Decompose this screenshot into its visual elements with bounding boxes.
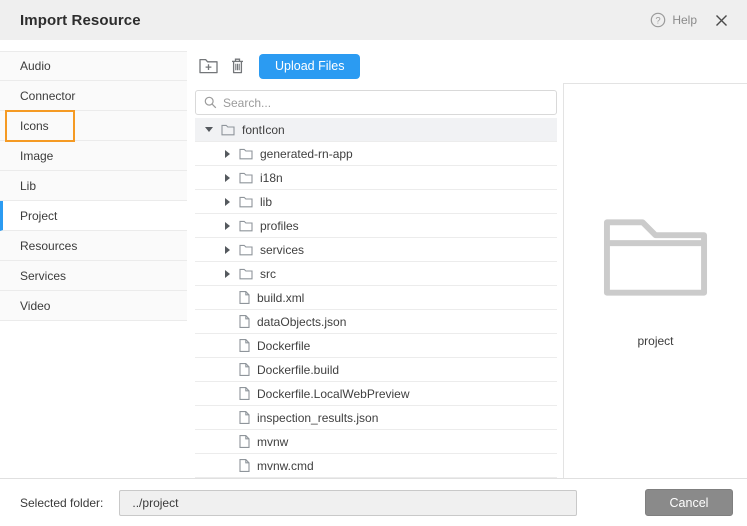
folder-icon xyxy=(239,268,253,280)
tree-item-label: Dockerfile.build xyxy=(257,363,339,377)
sidebar-item-label: Video xyxy=(20,299,50,313)
tree-item-folder-fonticon[interactable]: fontIcon xyxy=(195,118,557,142)
preview-folder-name: project xyxy=(637,334,673,348)
search-input[interactable] xyxy=(223,96,548,110)
tree-item-label: profiles xyxy=(260,219,299,233)
tree-item-label: generated-rn-app xyxy=(260,147,353,161)
file-icon xyxy=(239,411,250,424)
file-icon xyxy=(239,315,250,328)
tree-item-file-inspection-results-json[interactable]: inspection_results.json xyxy=(195,406,557,430)
folder-plus-icon xyxy=(199,58,218,74)
sidebar-item-label: Lib xyxy=(20,179,36,193)
search-box[interactable] xyxy=(195,90,557,115)
dialog-body: Audio Connector Icons Image Lib Project … xyxy=(0,40,747,478)
tree-item-label: dataObjects.json xyxy=(257,315,346,329)
tree-item-file-mvnw-cmd[interactable]: mvnw.cmd xyxy=(195,454,557,478)
tree-item-file-build-xml[interactable]: build.xml xyxy=(195,286,557,310)
sidebar-item-resources[interactable]: Resources xyxy=(0,231,187,261)
tree-item-label: Dockerfile.LocalWebPreview xyxy=(257,387,410,401)
close-icon xyxy=(715,14,728,27)
tree-item-label: fontIcon xyxy=(242,123,285,137)
trash-icon xyxy=(231,58,244,74)
sidebar-item-image[interactable]: Image xyxy=(0,141,187,171)
file-icon xyxy=(239,339,250,352)
sidebar-item-video[interactable]: Video xyxy=(0,291,187,321)
tree-item-label: mvnw xyxy=(257,435,288,449)
tree-item-label: mvnw.cmd xyxy=(257,459,314,473)
tree-item-folder-generated-rn-app[interactable]: generated-rn-app xyxy=(195,142,557,166)
cancel-button[interactable]: Cancel xyxy=(645,489,733,516)
upload-files-button[interactable]: Upload Files xyxy=(259,54,360,79)
file-browser-panel: Upload Files fontIcon genera xyxy=(187,40,563,478)
caret-right-icon[interactable] xyxy=(221,246,233,254)
sidebar-item-connector[interactable]: Connector xyxy=(0,81,187,111)
sidebar-item-label: Audio xyxy=(20,59,51,73)
tree-item-label: services xyxy=(260,243,304,257)
sidebar-item-label: Icons xyxy=(20,119,49,133)
delete-button[interactable] xyxy=(224,55,250,77)
help-button[interactable]: ? Help xyxy=(650,12,697,28)
selected-folder-label: Selected folder: xyxy=(20,496,103,510)
search-icon xyxy=(204,96,217,109)
tree-item-folder-profiles[interactable]: profiles xyxy=(195,214,557,238)
help-label: Help xyxy=(672,13,697,27)
sidebar-item-label: Image xyxy=(20,149,53,163)
selected-folder-path-input[interactable] xyxy=(119,490,577,516)
folder-icon xyxy=(239,172,253,184)
folder-icon xyxy=(239,196,253,208)
file-icon xyxy=(239,459,250,472)
tree-item-file-dockerfile-localwebpreview[interactable]: Dockerfile.LocalWebPreview xyxy=(195,382,557,406)
tree-item-folder-lib[interactable]: lib xyxy=(195,190,557,214)
tree-item-label: src xyxy=(260,267,276,281)
dialog-title: Import Resource xyxy=(20,12,141,29)
file-toolbar: Upload Files xyxy=(195,53,557,79)
file-icon xyxy=(239,387,250,400)
dialog-titlebar: Import Resource ? Help xyxy=(0,0,747,40)
sidebar-item-label: Services xyxy=(20,269,66,283)
tree-item-file-dockerfile-build[interactable]: Dockerfile.build xyxy=(195,358,557,382)
tree-item-label: inspection_results.json xyxy=(257,411,378,425)
caret-right-icon[interactable] xyxy=(221,198,233,206)
folder-icon xyxy=(239,220,253,232)
folder-icon xyxy=(239,244,253,256)
close-button[interactable] xyxy=(711,10,731,30)
sidebar-item-lib[interactable]: Lib xyxy=(0,171,187,201)
help-circle-icon: ? xyxy=(650,12,666,28)
new-folder-button[interactable] xyxy=(195,55,221,77)
caret-right-icon[interactable] xyxy=(221,222,233,230)
sidebar-item-services[interactable]: Services xyxy=(0,261,187,291)
folder-icon xyxy=(221,124,235,136)
caret-right-icon[interactable] xyxy=(221,270,233,278)
tree-item-file-dockerfile[interactable]: Dockerfile xyxy=(195,334,557,358)
tree-item-folder-services[interactable]: services xyxy=(195,238,557,262)
caret-right-icon[interactable] xyxy=(221,150,233,158)
file-tree: fontIcon generated-rn-app i18n lib xyxy=(195,118,557,478)
tree-item-folder-src[interactable]: src xyxy=(195,262,557,286)
svg-text:?: ? xyxy=(656,15,661,26)
tree-item-label: lib xyxy=(260,195,272,209)
file-icon xyxy=(239,291,250,304)
sidebar-item-label: Connector xyxy=(20,89,75,103)
dialog-footer: Selected folder: Cancel xyxy=(0,478,747,526)
tree-item-label: Dockerfile xyxy=(257,339,310,353)
caret-down-icon[interactable] xyxy=(203,127,215,132)
sidebar-item-project[interactable]: Project xyxy=(0,201,187,231)
folder-icon xyxy=(239,148,253,160)
sidebar-item-label: Project xyxy=(20,209,57,223)
sidebar-item-icons[interactable]: Icons xyxy=(0,111,187,141)
tree-item-folder-i18n[interactable]: i18n xyxy=(195,166,557,190)
file-icon xyxy=(239,363,250,376)
preview-panel: project xyxy=(563,83,747,478)
tree-item-label: build.xml xyxy=(257,291,304,305)
category-sidebar: Audio Connector Icons Image Lib Project … xyxy=(0,40,187,478)
import-resource-dialog: Import Resource ? Help Audio Connector xyxy=(0,0,747,526)
folder-preview-icon xyxy=(601,214,710,298)
sidebar-item-label: Resources xyxy=(20,239,77,253)
tree-item-file-dataobjects-json[interactable]: dataObjects.json xyxy=(195,310,557,334)
sidebar-item-audio[interactable]: Audio xyxy=(0,51,187,81)
tree-item-file-mvnw[interactable]: mvnw xyxy=(195,430,557,454)
file-icon xyxy=(239,435,250,448)
caret-right-icon[interactable] xyxy=(221,174,233,182)
tree-item-label: i18n xyxy=(260,171,283,185)
